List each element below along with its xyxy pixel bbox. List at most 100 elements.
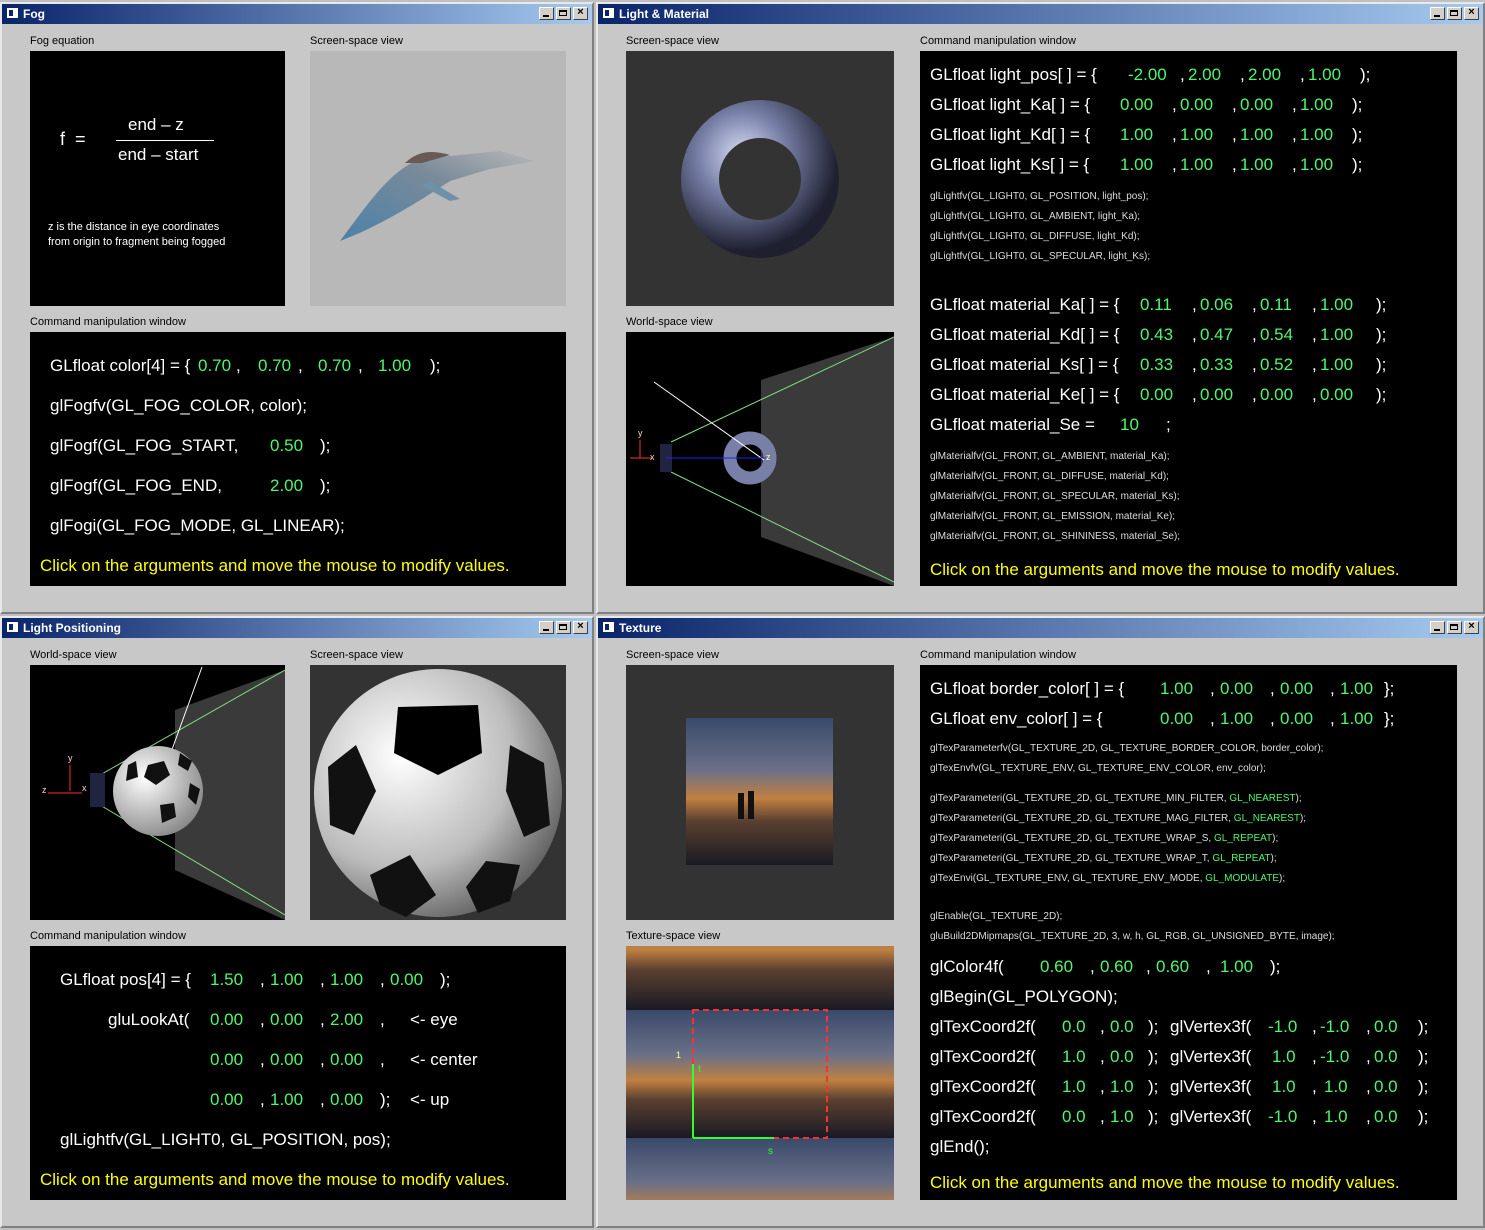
value-field[interactable]: 0.60 bbox=[1156, 957, 1189, 977]
enum-value[interactable]: GL_NEAREST bbox=[1229, 793, 1295, 804]
tx-screen-view[interactable] bbox=[626, 665, 894, 920]
enum-value[interactable]: GL_NEAREST bbox=[1234, 813, 1300, 824]
value-field[interactable]: -1.0 bbox=[1268, 1017, 1297, 1037]
value-field[interactable]: 0.00 bbox=[390, 970, 423, 990]
enum-value[interactable]: GL_MODULATE bbox=[1205, 873, 1279, 884]
maximize-button[interactable] bbox=[1447, 621, 1462, 634]
lm-screen-view[interactable] bbox=[626, 51, 894, 306]
lp-screen-view[interactable] bbox=[310, 665, 566, 920]
minimize-button[interactable] bbox=[539, 7, 554, 20]
value-field[interactable]: 0.11 bbox=[1260, 295, 1292, 315]
value-field[interactable]: 0.0 bbox=[1062, 1017, 1086, 1037]
value-field[interactable]: 0.00 bbox=[1260, 385, 1293, 405]
value-field[interactable]: -1.0 bbox=[1268, 1107, 1297, 1127]
value-field[interactable]: 0.33 bbox=[1140, 355, 1173, 375]
value-field[interactable]: 1.00 bbox=[1320, 355, 1353, 375]
value-field[interactable]: 0.60 bbox=[1040, 957, 1073, 977]
value-field[interactable]: 1.0 bbox=[1324, 1107, 1348, 1127]
value-field[interactable]: 2.00 bbox=[330, 1010, 363, 1030]
value-field[interactable]: 0.60 bbox=[1100, 957, 1133, 977]
value-field[interactable]: 1.00 bbox=[1300, 95, 1333, 115]
window-icon[interactable] bbox=[602, 621, 615, 633]
window-icon[interactable] bbox=[6, 621, 19, 633]
value-field[interactable]: 1.0 bbox=[1324, 1077, 1348, 1097]
shininess-value[interactable]: 10 bbox=[1120, 415, 1139, 435]
value-field[interactable]: 1.00 bbox=[1180, 155, 1213, 175]
color-g-value[interactable]: 0.70 bbox=[258, 356, 291, 376]
value-field[interactable]: 0.00 bbox=[1140, 385, 1173, 405]
minimize-button[interactable] bbox=[1430, 7, 1445, 20]
value-field[interactable]: 0.00 bbox=[1120, 95, 1153, 115]
maximize-button[interactable] bbox=[1447, 7, 1462, 20]
value-field[interactable]: 1.00 bbox=[270, 1090, 303, 1110]
value-field[interactable]: 0.00 bbox=[1280, 679, 1313, 699]
value-field[interactable]: 2.00 bbox=[1188, 65, 1221, 85]
value-field[interactable]: 0.00 bbox=[330, 1090, 363, 1110]
close-button[interactable]: × bbox=[573, 6, 588, 20]
value-field[interactable]: 1.0 bbox=[1110, 1107, 1134, 1127]
value-field[interactable]: 1.00 bbox=[1120, 125, 1153, 145]
value-field[interactable]: 0.00 bbox=[210, 1050, 243, 1070]
value-field[interactable]: 1.00 bbox=[1160, 679, 1193, 699]
value-field[interactable]: 0.47 bbox=[1200, 325, 1233, 345]
value-field[interactable]: 1.00 bbox=[1308, 65, 1341, 85]
fog-start-value[interactable]: 0.50 bbox=[270, 436, 303, 456]
value-field[interactable]: 1.00 bbox=[1320, 325, 1353, 345]
value-field[interactable]: 0.00 bbox=[210, 1090, 243, 1110]
enum-value[interactable]: GL_REPEAT bbox=[1212, 853, 1270, 864]
lm-world-view[interactable]: y x z bbox=[626, 332, 894, 586]
value-field[interactable]: 0.00 bbox=[1180, 95, 1213, 115]
fog-screen-view[interactable] bbox=[310, 51, 566, 306]
enum-value[interactable]: GL_REPEAT bbox=[1214, 833, 1272, 844]
value-field[interactable]: 0.33 bbox=[1200, 355, 1233, 375]
value-field[interactable]: 1.00 bbox=[1300, 155, 1333, 175]
value-field[interactable]: 1.00 bbox=[1220, 709, 1253, 729]
value-field[interactable]: 0.00 bbox=[1240, 95, 1273, 115]
value-field[interactable]: 0.00 bbox=[1160, 709, 1193, 729]
value-field[interactable]: 0.06 bbox=[1200, 295, 1233, 315]
value-field[interactable]: 1.00 bbox=[1300, 125, 1333, 145]
value-field[interactable]: 0.00 bbox=[210, 1010, 243, 1030]
value-field[interactable]: 0.43 bbox=[1140, 325, 1173, 345]
value-field[interactable]: 0.00 bbox=[270, 1050, 303, 1070]
value-field[interactable]: 0.00 bbox=[330, 1050, 363, 1070]
color-b-value[interactable]: 0.70 bbox=[318, 356, 351, 376]
value-field[interactable]: 2.00 bbox=[1248, 65, 1281, 85]
value-field[interactable]: 1.50 bbox=[210, 970, 243, 990]
value-field[interactable]: 1.0 bbox=[1272, 1077, 1296, 1097]
value-field[interactable]: 1.00 bbox=[1240, 155, 1273, 175]
close-button[interactable]: × bbox=[573, 620, 588, 634]
value-field[interactable]: 1.0 bbox=[1062, 1077, 1086, 1097]
value-field[interactable]: 1.00 bbox=[1340, 709, 1373, 729]
value-field[interactable]: 0.52 bbox=[1260, 355, 1293, 375]
value-field[interactable]: 0.00 bbox=[1320, 385, 1353, 405]
value-field[interactable]: 0.00 bbox=[270, 1010, 303, 1030]
close-button[interactable]: × bbox=[1464, 6, 1479, 20]
tx-texture-view[interactable]: 1 t s bbox=[626, 946, 894, 1200]
minimize-button[interactable] bbox=[539, 621, 554, 634]
maximize-button[interactable] bbox=[556, 621, 571, 634]
lp-world-view[interactable]: y z x bbox=[30, 665, 285, 920]
value-field[interactable]: -2.00 bbox=[1128, 65, 1167, 85]
value-field[interactable]: 0.11 bbox=[1140, 295, 1172, 315]
maximize-button[interactable] bbox=[556, 7, 571, 20]
color-r-value[interactable]: 0.70 bbox=[198, 356, 231, 376]
title-bar[interactable]: Texture × bbox=[598, 618, 1483, 638]
value-field[interactable]: 1.00 bbox=[330, 970, 363, 990]
value-field[interactable]: 1.00 bbox=[1180, 125, 1213, 145]
value-field[interactable]: 1.0 bbox=[1062, 1047, 1086, 1067]
value-field[interactable]: 0.0 bbox=[1374, 1017, 1398, 1037]
value-field[interactable]: 0.0 bbox=[1062, 1107, 1086, 1127]
value-field[interactable]: -1.0 bbox=[1320, 1017, 1349, 1037]
value-field[interactable]: 1.00 bbox=[1320, 295, 1353, 315]
window-icon[interactable] bbox=[6, 7, 19, 19]
value-field[interactable]: 1.0 bbox=[1110, 1077, 1134, 1097]
title-bar[interactable]: Light Positioning × bbox=[2, 618, 592, 638]
value-field[interactable]: 1.00 bbox=[1340, 679, 1373, 699]
close-button[interactable]: × bbox=[1464, 620, 1479, 634]
value-field[interactable]: 0.0 bbox=[1374, 1077, 1398, 1097]
value-field[interactable]: 0.0 bbox=[1110, 1047, 1134, 1067]
minimize-button[interactable] bbox=[1430, 621, 1445, 634]
value-field[interactable]: 1.0 bbox=[1272, 1047, 1296, 1067]
value-field[interactable]: 0.54 bbox=[1260, 325, 1293, 345]
